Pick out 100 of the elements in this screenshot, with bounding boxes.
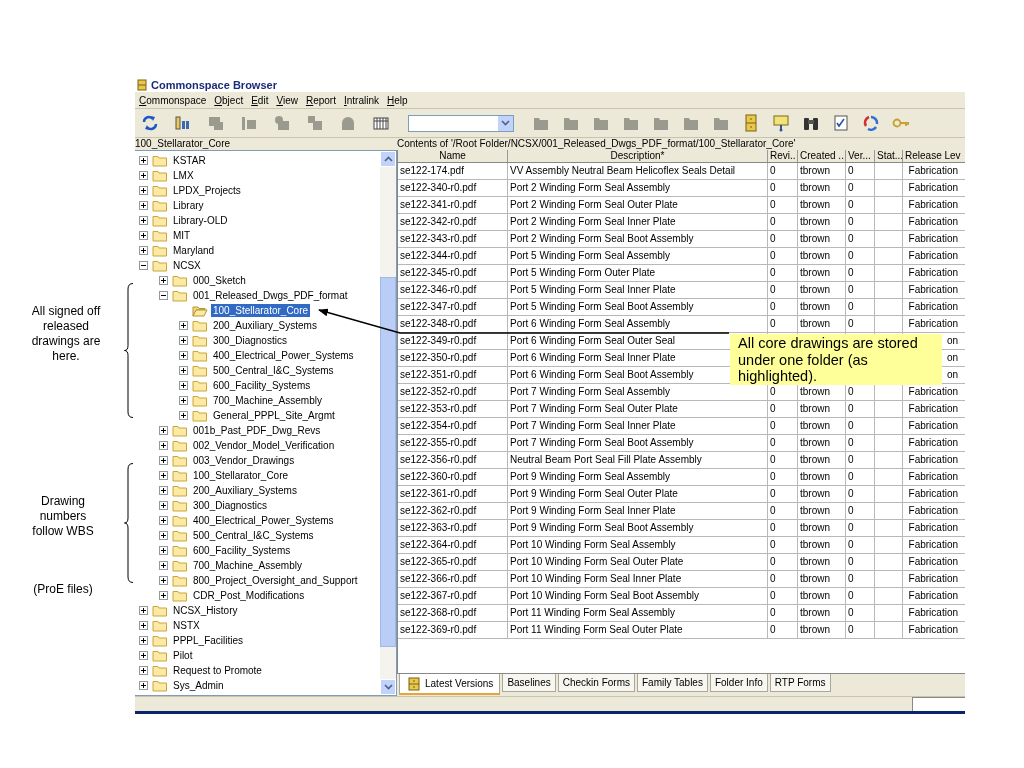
expand-icon[interactable] [139, 606, 148, 615]
expand-icon[interactable] [159, 531, 168, 540]
column-header[interactable]: Stat... [875, 150, 903, 162]
expand-icon[interactable] [159, 456, 168, 465]
tree-item[interactable]: 003_Vendor_Drawings [191, 454, 297, 467]
expand-icon[interactable] [139, 231, 148, 240]
tree-item[interactable]: Library-OLD [171, 214, 230, 227]
expand-icon[interactable] [139, 216, 148, 225]
menu-item[interactable]: Edit [247, 94, 273, 106]
tree-item[interactable]: 200_Auxiliary_Systems [211, 319, 319, 332]
expand-icon[interactable] [159, 501, 168, 510]
tree-item[interactable]: KSTAR [171, 154, 208, 167]
menu-item[interactable]: Object [210, 94, 248, 106]
expand-icon[interactable] [159, 486, 168, 495]
tree-item[interactable]: PPPL_Facilities [171, 634, 246, 647]
expand-icon[interactable] [179, 411, 188, 420]
screen-icon[interactable] [772, 114, 790, 132]
expand-icon[interactable] [139, 651, 148, 660]
table-cell: tbrown [800, 590, 830, 601]
expand-icon[interactable] [159, 276, 168, 285]
menu-item[interactable]: Report [301, 94, 340, 106]
menu-item[interactable]: View [272, 94, 302, 106]
tree-item[interactable]: 700_Machine_Assembly [191, 559, 304, 572]
scrollbar[interactable] [380, 151, 396, 695]
expand-icon[interactable] [159, 471, 168, 480]
column-header[interactable]: Created .. [798, 150, 846, 162]
expand-icon[interactable] [159, 516, 168, 525]
expand-icon[interactable] [159, 591, 168, 600]
tree-item[interactable]: General_PPPL_Site_Argmt [211, 409, 337, 422]
table-cell: 0 [770, 522, 776, 533]
expand-icon[interactable] [139, 666, 148, 675]
expand-icon[interactable] [179, 321, 188, 330]
expand-icon[interactable] [159, 561, 168, 570]
tab[interactable]: Family Tables [637, 674, 708, 692]
menu-item[interactable]: Intralink [339, 94, 383, 106]
tree-item[interactable]: LPDX_Projects [171, 184, 243, 197]
expand-icon[interactable] [179, 336, 188, 345]
expand-icon[interactable] [179, 396, 188, 405]
expand-icon[interactable] [139, 246, 148, 255]
table-icon[interactable] [372, 114, 390, 132]
tree-item[interactable]: Sys_Admin [171, 679, 226, 692]
tree-item[interactable]: 700_Machine_Assembly [211, 394, 324, 407]
tree-item[interactable]: CDR_Post_Modifications [191, 589, 307, 602]
tree-item[interactable]: Request to Promote [171, 664, 264, 677]
tree-item[interactable]: 000_Sketch [191, 274, 248, 287]
expand-icon[interactable] [179, 351, 188, 360]
tree-item[interactable]: MIT [171, 229, 193, 242]
refresh-icon[interactable] [141, 114, 159, 132]
collapse-icon[interactable] [139, 261, 148, 270]
tree-item[interactable]: Library [171, 199, 206, 212]
combo-box[interactable] [408, 114, 514, 132]
tree-item[interactable]: 300_Diagnostics [211, 334, 289, 347]
expand-icon[interactable] [139, 186, 148, 195]
cycle-icon[interactable] [862, 114, 880, 132]
tab[interactable]: Baselines [502, 674, 556, 692]
tree-item[interactable]: 400_Electrical_Power_Systems [191, 514, 336, 527]
expand-icon[interactable] [139, 171, 148, 180]
tab[interactable]: Folder Info [709, 674, 768, 692]
menu-item[interactable]: Commonspace [135, 94, 211, 106]
checklist-icon[interactable] [832, 114, 850, 132]
cabinet-icon[interactable] [742, 114, 760, 132]
expand-icon[interactable] [139, 636, 148, 645]
tree-item[interactable]: 100_Stellarator_Core [211, 304, 311, 317]
tree-item[interactable]: LMX [171, 169, 196, 182]
tab[interactable]: Checkin Forms [557, 674, 635, 692]
tree-item[interactable]: 500_Central_I&C_Systems [191, 529, 316, 542]
tree-item[interactable]: 800_Project_Oversight_and_Support [191, 574, 360, 587]
column-header[interactable]: Ver... [846, 150, 875, 162]
expand-icon[interactable] [159, 426, 168, 435]
expand-icon[interactable] [139, 201, 148, 210]
tree-item[interactable]: 300_Diagnostics [191, 499, 269, 512]
window-title: Commonspace Browser [151, 79, 277, 91]
tab[interactable]: Latest Versions [399, 674, 501, 695]
tree-item[interactable]: 600_Facility_Systems [211, 379, 313, 392]
tree-item[interactable]: 600_Facility_Systems [191, 544, 293, 557]
menu-item[interactable]: Help [383, 94, 412, 106]
tree-item[interactable]: NCSX [171, 259, 203, 272]
tree-item[interactable]: Pilot [171, 649, 195, 662]
expand-icon[interactable] [179, 366, 188, 375]
expand-icon[interactable] [179, 381, 188, 390]
tree-item[interactable]: 100_Stellarator_Core [191, 469, 291, 482]
tree-item[interactable]: 001_Released_Dwgs_PDF_format [191, 289, 350, 302]
tree-item[interactable]: NSTX [171, 619, 202, 632]
tree-item[interactable]: 001b_Past_PDF_Dwg_Revs [191, 424, 323, 437]
expand-icon[interactable] [139, 621, 148, 630]
expand-icon[interactable] [159, 576, 168, 585]
tree-item[interactable]: 400_Electrical_Power_Systems [211, 349, 356, 362]
table-cell: tbrown [800, 284, 830, 295]
expand-icon[interactable] [139, 156, 148, 165]
tree-item[interactable]: 200_Auxiliary_Systems [191, 484, 299, 497]
tree-item[interactable]: NCSX_History [171, 604, 240, 617]
collapse-icon[interactable] [159, 291, 168, 300]
tree-item[interactable]: Maryland [171, 244, 217, 257]
expand-icon[interactable] [139, 681, 148, 690]
tab[interactable]: RTP Forms [769, 674, 831, 692]
expand-icon[interactable] [159, 441, 168, 450]
column-header[interactable]: Revi.. [768, 150, 798, 162]
tree-item[interactable]: 500_Central_I&C_Systems [211, 364, 336, 377]
tree-item[interactable]: 002_Vendor_Model_Verification [191, 439, 337, 452]
expand-icon[interactable] [159, 546, 168, 555]
